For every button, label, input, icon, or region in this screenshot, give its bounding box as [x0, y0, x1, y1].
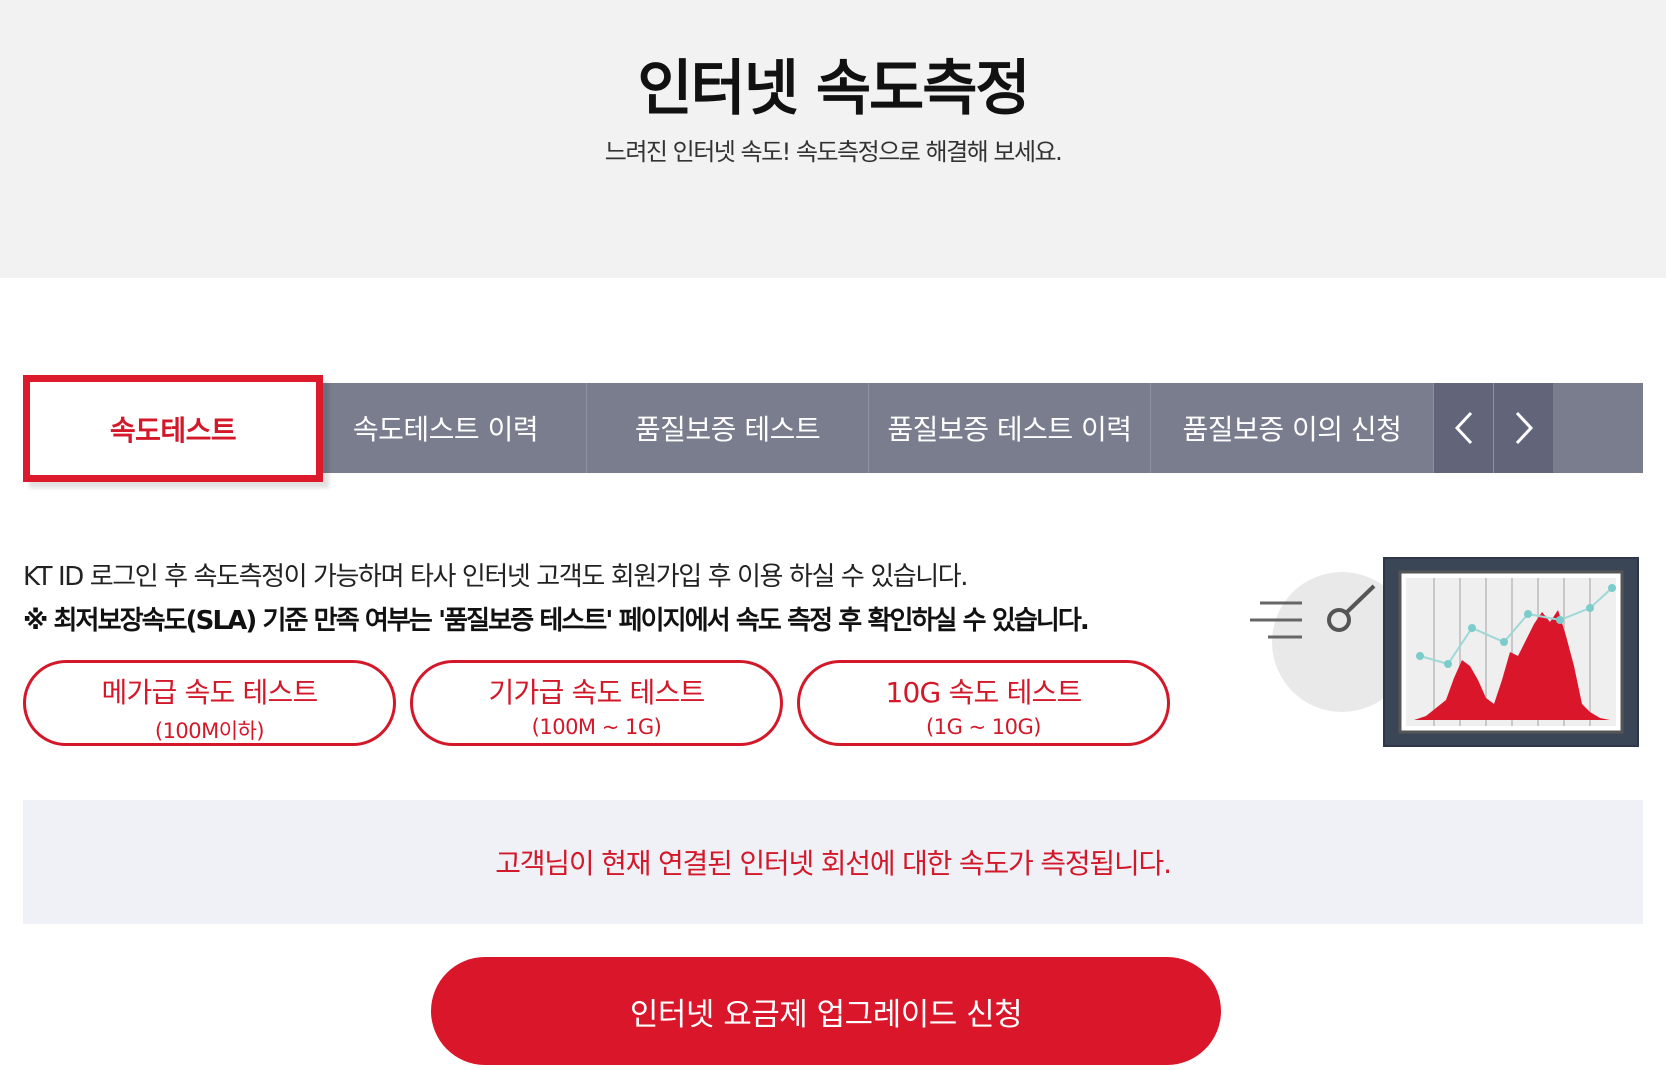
measurement-notice-text: 고객님이 현재 연결된 인터넷 회선에 대한 속도가 측정됩니다. — [495, 847, 1172, 880]
10g-speed-test-label: 10G 속도 테스트 — [885, 676, 1083, 709]
tab-quality-test-history[interactable]: 품질보증 테스트 이력 — [869, 383, 1151, 473]
page-subtitle: 느려진 인터넷 속도! 속도측정으로 해결해 보세요. — [604, 138, 1063, 166]
10g-speed-test-range: (1G ~ 10G) — [926, 715, 1041, 739]
tab-quality-test[interactable]: 품질보증 테스트 — [587, 383, 869, 473]
tab-prev-button[interactable] — [1433, 383, 1493, 473]
login-info-text: KT ID 로그인 후 속도측정이 가능하며 타사 인터넷 고객도 회원가입 후… — [23, 562, 969, 592]
tab-speed-test[interactable]: 속도테스트 — [23, 375, 323, 482]
measurement-notice: 고객님이 현재 연결된 인터넷 회선에 대한 속도가 측정됩니다. — [23, 800, 1643, 924]
chevron-right-icon — [1515, 411, 1533, 445]
mega-speed-test-label: 메가급 속도 테스트 — [101, 676, 319, 709]
mega-speed-test-button[interactable]: 메가급 속도 테스트 (100M이하) — [23, 660, 396, 746]
chevron-left-icon — [1454, 411, 1472, 445]
mega-speed-test-range: (100M이하) — [154, 719, 265, 743]
giga-speed-test-button[interactable]: 기가급 속도 테스트 (100M ~ 1G) — [410, 660, 783, 746]
page-title: 인터넷 속도측정 — [637, 54, 1030, 124]
10g-speed-test-button[interactable]: 10G 속도 테스트 (1G ~ 10G) — [797, 660, 1170, 746]
giga-speed-test-label: 기가급 속도 테스트 — [488, 676, 706, 709]
upgrade-plan-button[interactable]: 인터넷 요금제 업그레이드 신청 — [431, 957, 1221, 1065]
sla-info-text: ※ 최저보장속도(SLA) 기준 만족 여부는 '품질보증 테스트' 페이지에서… — [23, 606, 1090, 636]
tab-quality-appeal[interactable]: 품질보증 이의 신청 — [1151, 383, 1433, 473]
speed-monitor-illustration — [1250, 557, 1639, 747]
tab-bar: 속도테스트 이력 품질보증 테스트 품질보증 테스트 이력 품질보증 이의 신청… — [23, 375, 1643, 482]
tab-speed-test-history[interactable]: 속도테스트 이력 — [305, 383, 587, 473]
page-header: 인터넷 속도측정 느려진 인터넷 속도! 속도측정으로 해결해 보세요. — [0, 0, 1666, 278]
tab-next-button[interactable] — [1493, 383, 1553, 473]
giga-speed-test-range: (100M ~ 1G) — [531, 715, 662, 739]
